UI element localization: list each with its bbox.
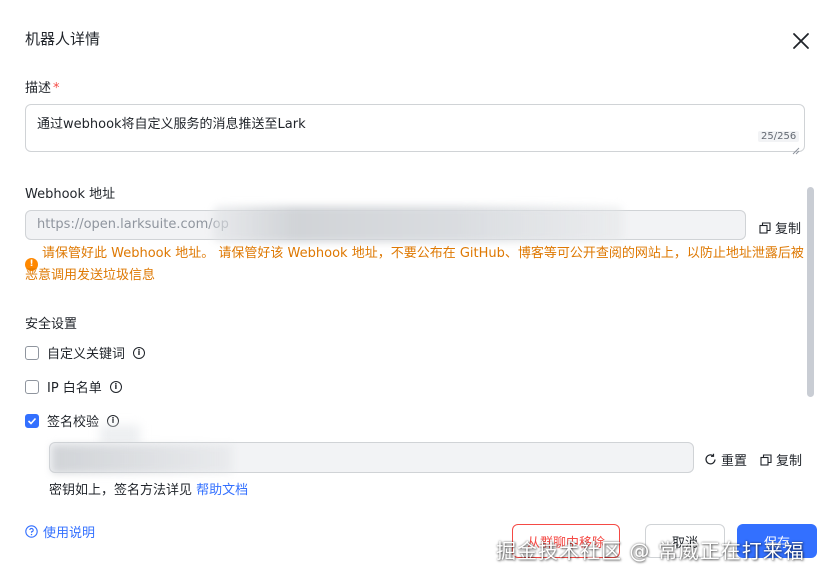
redacted-blur <box>213 206 623 242</box>
info-icon[interactable]: i <box>133 346 146 359</box>
option-ip-whitelist[interactable]: IP 白名单 i <box>25 377 122 396</box>
webhook-warning: 请保管好此 Webhook 地址。 请保管好该 Webhook 地址，不要公布在… <box>25 246 804 283</box>
checkbox[interactable] <box>25 379 39 394</box>
usage-help-link[interactable]: 使用说明 <box>25 522 95 541</box>
required-mark: * <box>53 81 60 96</box>
webhook-url-value: https://open.larksuite.com/op <box>37 217 229 232</box>
description-value: 通过webhook将自定义服务的消息推送至Lark <box>37 117 306 132</box>
resize-grip-icon[interactable] <box>792 140 800 155</box>
copy-icon <box>759 221 771 234</box>
checkbox[interactable] <box>25 345 39 360</box>
webhook-label: Webhook 地址 <box>25 187 116 202</box>
check-icon <box>27 417 37 425</box>
dialog-title: 机器人详情 <box>25 30 101 48</box>
scrollbar[interactable] <box>807 187 814 397</box>
description-label: 描述 * <box>25 81 60 96</box>
copy-icon <box>760 453 772 466</box>
signature-hint: 密钥如上，签名方法详见 帮助文档 <box>49 483 249 498</box>
security-label: 安全设置 <box>25 317 78 332</box>
option-custom-keyword[interactable]: 自定义关键词 i <box>25 343 146 362</box>
checkbox-checked[interactable] <box>25 413 39 428</box>
secret-reset-button[interactable]: 重置 <box>704 450 747 469</box>
help-doc-link[interactable]: 帮助文档 <box>196 483 248 498</box>
close-icon[interactable] <box>790 30 812 52</box>
redacted-blur <box>52 445 232 473</box>
webhook-copy-button[interactable]: 复制 <box>759 218 801 237</box>
info-icon[interactable]: i <box>109 380 122 393</box>
watermark: 掘金技术社区 @ 常威正在打来福 <box>496 539 805 563</box>
description-textarea[interactable]: 通过webhook将自定义服务的消息推送至Lark <box>25 104 805 152</box>
secret-copy-button[interactable]: 复制 <box>760 450 802 469</box>
refresh-icon <box>705 453 716 465</box>
question-icon <box>25 525 38 538</box>
